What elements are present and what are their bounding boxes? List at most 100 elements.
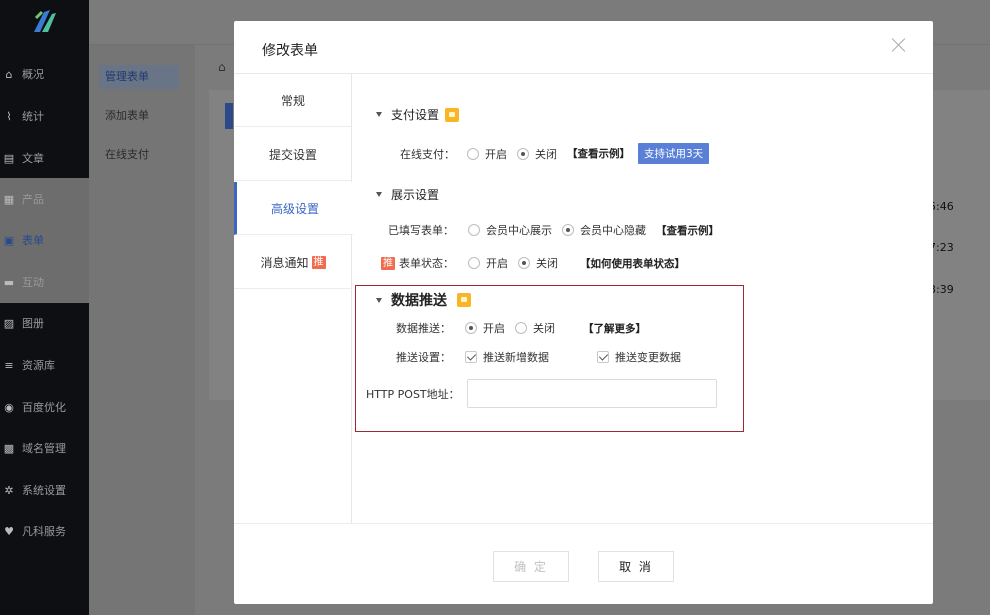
subnav-item-manage-forms[interactable]: 管理表单 (99, 65, 179, 89)
checkbox-box (597, 351, 609, 363)
form-status-row: 推 表单状态： 开启 关闭 【如何使用表单状态】 (381, 255, 685, 271)
status-on-radio[interactable]: 开启 (468, 255, 508, 271)
radio-dot (465, 322, 477, 334)
sidebar-item-label: 产品 (22, 193, 44, 206)
settings-tabs: 常规 提交设置 高级设置 消息通知推 (234, 74, 353, 523)
http-post-url-input[interactable] (467, 379, 717, 408)
domain-icon: ▩ (3, 441, 15, 455)
tab-label: 常规 (280, 93, 305, 108)
modal-title: 修改表单 (262, 43, 318, 59)
sidebar-item-label: 凡科服务 (22, 525, 66, 538)
sidebar-item-stats[interactable]: ⌇ 统计 (0, 95, 89, 137)
home-icon[interactable]: ⌂ (218, 60, 226, 74)
radio-label: 会员中心隐藏 (580, 224, 646, 237)
confirm-button[interactable]: 确 定 (493, 551, 569, 582)
caret-down-icon (376, 192, 382, 197)
product-icon: ▦ (3, 192, 15, 206)
vip-icon (445, 107, 460, 122)
push-new-data-checkbox[interactable]: 推送新增数据 (465, 349, 549, 365)
view-example-link[interactable]: 【查看示例】 (656, 223, 719, 238)
sidebar-item-product[interactable]: ▦ 产品 (0, 178, 89, 220)
sidebar-item-label: 统计 (22, 110, 44, 123)
sidebar-item-home[interactable]: ⌂ 概况 (0, 53, 89, 95)
radio-label: 关闭 (535, 147, 557, 161)
tab-general[interactable]: 常规 (234, 74, 352, 127)
sidebar-item-label: 表单 (22, 234, 44, 247)
section-title: 支付设置 (391, 108, 440, 122)
learn-more-link[interactable]: 【了解更多】 (583, 321, 646, 336)
field-label: 已填写表单： (388, 224, 454, 237)
sidebar-item-label: 概况 (22, 68, 44, 81)
field-label: 推送设置： (396, 351, 451, 364)
display-section-header[interactable]: 展示设置 (376, 186, 439, 203)
sidebar-item-label: 资源库 (22, 359, 55, 372)
tab-advanced-settings[interactable]: 高级设置 (234, 182, 353, 235)
sidebar-item-chat[interactable]: ▬ 互动 (0, 261, 89, 303)
sidebar-item-seo[interactable]: ◉ 百度优化 (0, 386, 89, 428)
form-status-help-link[interactable]: 【如何使用表单状态】 (580, 256, 685, 271)
field-label: HTTP POST地址： (366, 388, 460, 401)
checkbox-box (465, 351, 477, 363)
database-icon: ≡ (4, 358, 14, 372)
field-label: 表单状态： (399, 257, 454, 270)
tab-label: 提交设置 (268, 147, 317, 162)
heart-icon: ♥ (4, 524, 14, 538)
sidebar-item-album[interactable]: ▨ 图册 (0, 302, 89, 344)
subnav-item-online-payment[interactable]: 在线支付 (99, 143, 179, 167)
radio-dot (517, 147, 529, 160)
radio-label: 开启 (483, 322, 505, 335)
sidebar-item-database[interactable]: ≡ 资源库 (0, 344, 89, 386)
sidebar-item-heart[interactable]: ♥ 凡科服务 (0, 510, 89, 552)
push-settings-row: 推送设置： 推送新增数据 推送变更数据 (396, 349, 681, 365)
modal-header: 修改表单 (234, 21, 933, 74)
chat-icon: ▬ (3, 275, 15, 289)
cancel-button[interactable]: 取 消 (598, 551, 674, 582)
trial-button[interactable]: 支持试用3天 (638, 143, 710, 164)
home-icon: ⌂ (5, 67, 13, 81)
tab-submit-settings[interactable]: 提交设置 (234, 128, 352, 181)
payment-section-header[interactable]: 支付设置 (376, 106, 460, 123)
radio-label: 开启 (486, 257, 508, 270)
seo-icon: ◉ (4, 400, 14, 414)
logo-icon (34, 10, 56, 32)
sidebar: ⌂ 概况 ⌇ 统计 ▤ 文章 ▦ 产品 ▣ 表单 ▬ 互动 ▨ 图册 ≡ 资源库 ◉ 百度优化 ▩ 域名管理 ✲ 系统设置… (0, 0, 89, 615)
push-off-radio[interactable]: 关闭 (515, 320, 555, 336)
form-icon: ▣ (3, 233, 15, 247)
tab-label: 消息通知 (260, 255, 309, 270)
caret-down-icon (376, 297, 382, 303)
status-off-radio[interactable]: 关闭 (518, 255, 558, 271)
tab-notifications[interactable]: 消息通知推 (234, 236, 352, 289)
recommend-badge: 推 (381, 256, 395, 270)
section-title: 数据推送 (391, 293, 447, 309)
sidebar-item-domain[interactable]: ▩ 域名管理 (0, 427, 89, 469)
payment-row: 在线支付： 开启 关闭 【查看示例】 支持试用3天 (400, 143, 710, 164)
album-icon: ▨ (3, 316, 15, 330)
radio-dot (515, 322, 527, 334)
radio-dot (468, 257, 480, 269)
radio-dot (518, 257, 530, 269)
payment-on-radio[interactable]: 开启 (467, 146, 507, 162)
stats-icon: ⌇ (6, 109, 12, 123)
modal-footer: 确 定 取 消 (234, 523, 933, 604)
subnav-item-add-form[interactable]: 添加表单 (99, 104, 179, 128)
push-changed-data-checkbox[interactable]: 推送变更数据 (597, 349, 681, 365)
member-show-radio[interactable]: 会员中心展示 (468, 222, 552, 238)
article-icon: ▤ (3, 151, 15, 165)
sidebar-item-article[interactable]: ▤ 文章 (0, 137, 89, 179)
sidebar-item-form[interactable]: ▣ 表单 (0, 219, 89, 261)
member-hide-radio[interactable]: 会员中心隐藏 (562, 222, 646, 238)
caret-down-icon (376, 112, 382, 117)
sidebar-item-gear[interactable]: ✲ 系统设置 (0, 469, 89, 511)
push-on-radio[interactable]: 开启 (465, 320, 505, 336)
checkbox-label: 推送新增数据 (483, 351, 549, 364)
gear-icon: ✲ (4, 483, 14, 497)
data-push-section-header[interactable]: 数据推送 (376, 290, 471, 310)
payment-off-radio[interactable]: 关闭 (517, 146, 557, 162)
primary-button-stub[interactable] (225, 103, 233, 129)
sidebar-item-label: 百度优化 (22, 401, 66, 414)
view-example-link[interactable]: 【查看示例】 (567, 146, 630, 161)
close-icon[interactable] (891, 37, 907, 53)
sidebar-item-label: 系统设置 (22, 484, 66, 497)
checkbox-label: 推送变更数据 (615, 351, 681, 364)
sidebar-item-label: 互动 (22, 276, 44, 289)
